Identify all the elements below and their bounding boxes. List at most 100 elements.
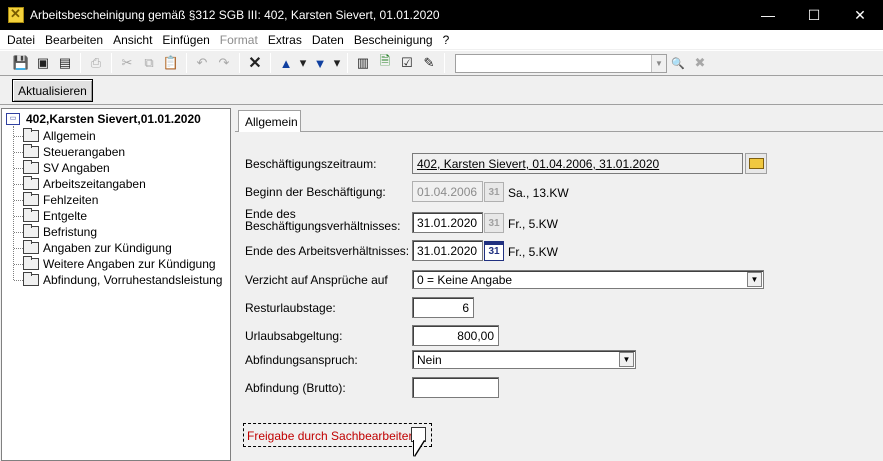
resturlaub-field[interactable]: 6 (412, 297, 474, 318)
search-icon[interactable]: 🔍 (667, 52, 689, 74)
print-icon[interactable]: ⎙ (85, 52, 107, 74)
toolbar-separator (347, 53, 348, 73)
tree-item-label: SV Angaben (43, 161, 110, 175)
move-up-icon[interactable]: ▲ (275, 52, 297, 74)
tree-item-arbeitszeitangaben[interactable]: Arbeitszeitangaben (14, 176, 146, 192)
tree-connector (14, 151, 23, 153)
maximize-button[interactable]: ☐ (791, 0, 837, 30)
menu-bar: Datei Bearbeiten Ansicht Einfügen Format… (0, 30, 883, 49)
tree-item-steuerangaben[interactable]: Steuerangaben (14, 144, 125, 160)
folder-icon (23, 144, 39, 158)
stamp-icon[interactable]: ✎ (418, 52, 440, 74)
move-down-icon[interactable]: ▼ (309, 52, 331, 74)
undo-icon[interactable]: ↶ (191, 52, 213, 74)
tree-connector (14, 231, 23, 233)
minimize-button[interactable]: — (745, 0, 791, 30)
tree-item-label: Angaben zur Kündigung (43, 241, 172, 255)
chevron-down-icon[interactable]: ▼ (651, 54, 666, 72)
chevron-down-icon[interactable]: ▼ (619, 352, 634, 367)
menu-daten[interactable]: Daten (307, 33, 349, 47)
verzicht-select[interactable]: 0 = Keine Angabe ▼ (412, 270, 764, 289)
tree-item-weitere-angaben[interactable]: Weitere Angaben zur Kündigung (14, 256, 216, 272)
search-combobox[interactable]: ▼ (455, 53, 667, 73)
ende-bv-weekday: Fr., 5.KW (508, 217, 559, 231)
redo-icon[interactable]: ↷ (213, 52, 235, 74)
beginn-field[interactable]: 01.04.2006 (412, 181, 483, 202)
tree-root-label: 402,Karsten Sievert,01.01.2020 (26, 112, 201, 126)
abfindung-brutto-field[interactable] (412, 377, 499, 398)
chevron-down-icon[interactable]: ▼ (747, 272, 762, 287)
cut-icon[interactable]: ✂ (116, 52, 138, 74)
save-copy-icon[interactable]: ▤ (54, 52, 76, 74)
abfindungsanspruch-value: Nein (417, 353, 442, 367)
menu-datei[interactable]: Datei (2, 33, 40, 47)
aktualisieren-button[interactable]: Aktualisieren (12, 79, 93, 102)
toolbar-separator (270, 53, 271, 73)
menu-einfuegen[interactable]: Einfügen (157, 33, 214, 47)
detail-panel: Allgemein Beschäftigungszeitraum: 402, K… (235, 108, 883, 461)
tree-item-label: Weitere Angaben zur Kündigung (43, 257, 216, 271)
tree-item-befristung[interactable]: Befristung (14, 224, 97, 240)
move-down-dropdown-icon[interactable]: ▾ (331, 52, 343, 74)
tree-item-entgelte[interactable]: Entgelte (14, 208, 87, 224)
tree-connector (14, 135, 23, 137)
toolbar-separator (111, 53, 112, 73)
save-icon[interactable]: 💾 (10, 52, 32, 74)
menu-bescheinigung[interactable]: Bescheinigung (349, 33, 438, 47)
clear-search-icon[interactable]: ✖ (689, 52, 711, 74)
copy-icon[interactable]: ⧉ (138, 52, 160, 74)
menu-extras[interactable]: Extras (263, 33, 307, 47)
calendar-icon[interactable]: 31 (484, 182, 504, 202)
tab-allgemein[interactable]: Allgemein (238, 110, 301, 132)
tree-item-abfindung[interactable]: Abfindung, Vorruhestandsleistung (14, 272, 222, 288)
tree-item-label: Allgemein (43, 129, 96, 143)
open-folder-button[interactable] (745, 153, 767, 174)
folder-icon (23, 272, 39, 286)
folder-icon (23, 128, 39, 142)
toolbar-separator (444, 53, 445, 73)
move-up-dropdown-icon[interactable]: ▾ (297, 52, 309, 74)
tree-connector (14, 263, 23, 265)
checklist-icon[interactable]: ☑ (396, 52, 418, 74)
ende-av-field[interactable]: 31.01.2020 (412, 240, 483, 261)
folder-icon (23, 160, 39, 174)
tree-root[interactable]: ▭ 402,Karsten Sievert,01.01.2020 (6, 112, 201, 126)
menu-format[interactable]: Format (215, 33, 263, 47)
tree-item-angaben-kuendigung[interactable]: Angaben zur Kündigung (14, 240, 172, 256)
folder-icon (23, 192, 39, 206)
ende-bv-label-line2: Beschäftigungsverhältnisses: (245, 219, 401, 233)
zeitraum-field[interactable]: 402, Karsten Sievert, 01.04.2006, 31.01.… (412, 153, 743, 174)
grid-icon[interactable]: ▥ (352, 52, 374, 74)
calendar-icon[interactable]: 31 (484, 241, 504, 261)
folder-icon (23, 224, 39, 238)
toolbar-separator (80, 53, 81, 73)
toolbar: 💾 ▣ ▤ ⎙ ✂ ⧉ 📋 ↶ ↷ ✕ ▲ ▾ ▼ ▾ ▥ 🗎 ☑ ✎ ▼ 🔍 … (0, 50, 883, 76)
tree-connector (14, 167, 23, 169)
ende-bv-field[interactable]: 31.01.2020 (412, 212, 483, 233)
app-icon (8, 6, 24, 23)
save-all-icon[interactable]: ▣ (32, 52, 54, 74)
calendar-icon[interactable]: 31 (484, 213, 504, 233)
add-document-icon[interactable]: 🗎 (374, 52, 396, 74)
menu-help[interactable]: ? (438, 33, 455, 47)
tree-item-fehlzeiten[interactable]: Fehlzeiten (14, 192, 98, 208)
delete-icon[interactable]: ✕ (244, 52, 266, 74)
folder-icon (23, 240, 39, 254)
ende-av-weekday: Fr., 5.KW (508, 245, 559, 259)
menu-ansicht[interactable]: Ansicht (108, 33, 157, 47)
tree-item-allgemein[interactable]: Allgemein (14, 128, 96, 144)
paste-icon[interactable]: 📋 (160, 52, 182, 74)
freigabe-label: Freigabe durch Sachbearbeiter: (247, 429, 416, 443)
tree-item-sv-angaben[interactable]: SV Angaben (14, 160, 110, 176)
folder-icon (23, 256, 39, 270)
document-icon: ▭ (6, 113, 20, 125)
close-button[interactable]: ✕ (837, 0, 883, 30)
urlaubsabgeltung-field[interactable]: 800,00 (412, 325, 499, 346)
tree-item-label: Abfindung, Vorruhestandsleistung (43, 273, 223, 287)
navigation-tree[interactable]: ▭ 402,Karsten Sievert,01.01.2020 Allgeme… (1, 108, 231, 461)
menu-bearbeiten[interactable]: Bearbeiten (40, 33, 108, 47)
tab-content: Beschäftigungszeitraum: 402, Karsten Sie… (235, 132, 883, 461)
ende-av-label: Ende des Arbeitsverhältnisses: (245, 244, 410, 258)
abfindungsanspruch-select[interactable]: Nein ▼ (412, 350, 636, 369)
verzicht-value: 0 = Keine Angabe (417, 273, 513, 287)
